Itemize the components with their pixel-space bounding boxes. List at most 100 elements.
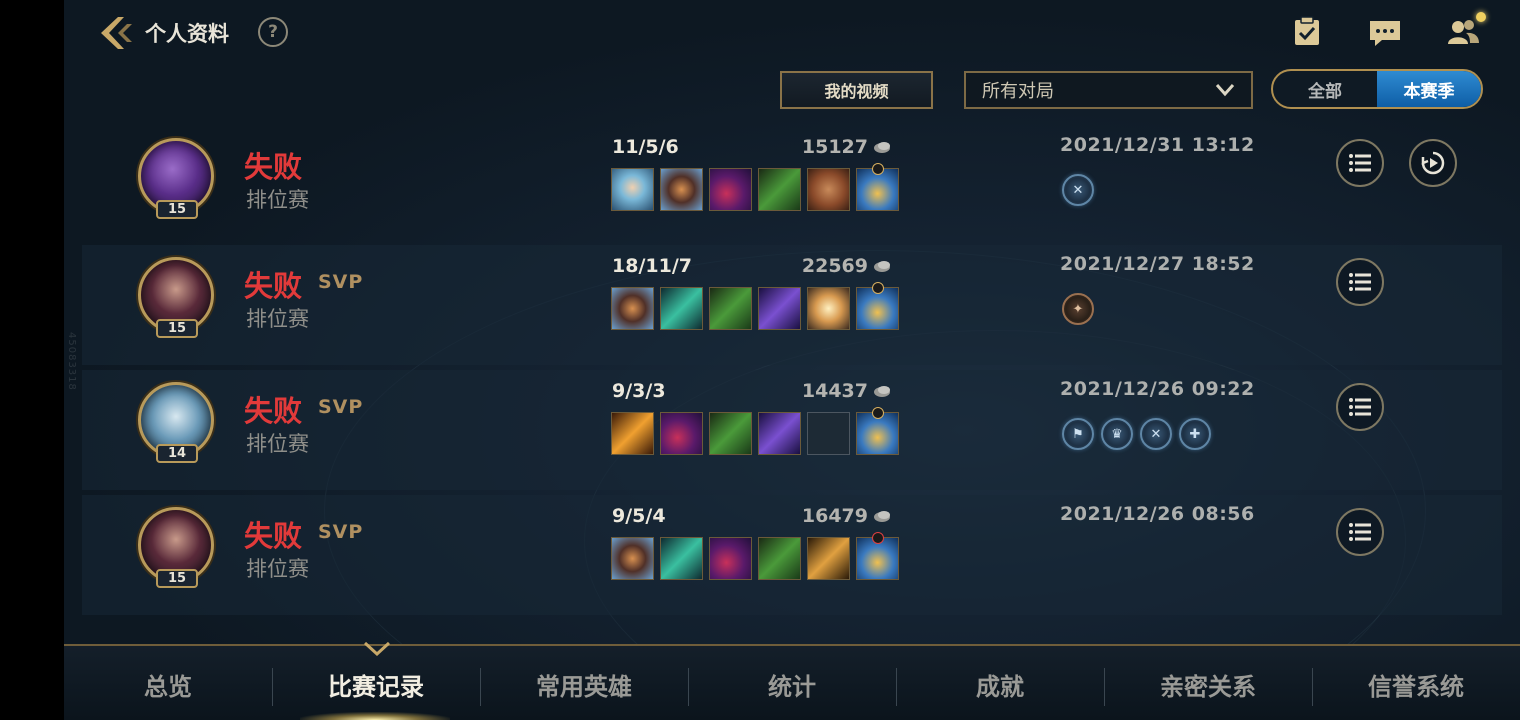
match-kda: 9/5/4 (612, 505, 666, 527)
replay-button[interactable] (1409, 139, 1457, 187)
tab-credit-system[interactable]: 信誉系统 (1312, 646, 1520, 720)
match-result: 失败 (244, 519, 303, 553)
item-icon[interactable] (709, 287, 752, 330)
item-emblem-icon (872, 532, 884, 544)
my-videos-button[interactable]: 我的视频 (780, 71, 933, 109)
item-slots (611, 532, 899, 580)
match-row[interactable]: 15 失败 排位赛 11/5/6 15127 2021/12/31 13:12 … (82, 126, 1502, 246)
medal-list: ⚑ ♛ ✕ ✚ (1062, 418, 1211, 450)
page-title: 个人资料 (145, 22, 229, 46)
toggle-all[interactable]: 全部 (1273, 71, 1377, 107)
champion-avatar: 15 (138, 138, 218, 219)
gold-coin-icon (874, 261, 890, 272)
match-mode: 排位赛 (246, 557, 309, 581)
replay-icon (1421, 151, 1445, 175)
back-button[interactable] (96, 14, 136, 52)
medal-icon: ✕ (1140, 418, 1172, 450)
item-icon[interactable] (709, 537, 752, 580)
match-row[interactable]: 14 失败 SVP 排位赛 9/3/3 14437 2021/12/26 09:… (82, 370, 1502, 490)
match-gold: 16479 (782, 505, 892, 527)
match-filter-select[interactable]: 所有对局 (964, 71, 1253, 109)
item-icon[interactable] (709, 412, 752, 455)
toggle-season[interactable]: 本赛季 (1377, 71, 1481, 107)
match-mode: 排位赛 (246, 188, 309, 212)
champion-level: 15 (156, 569, 198, 588)
champion-avatar: 15 (138, 507, 218, 588)
svp-badge: SVP (318, 521, 364, 543)
match-date: 2021/12/26 08:56 (1060, 503, 1255, 525)
active-tab-glow (300, 712, 450, 720)
list-icon (1349, 154, 1371, 172)
item-icon[interactable] (856, 407, 899, 455)
item-slots (611, 282, 899, 330)
medal-list: ✦ (1062, 293, 1094, 325)
match-details-button[interactable] (1336, 139, 1384, 187)
item-icon[interactable] (807, 168, 850, 211)
match-details-button[interactable] (1336, 383, 1384, 431)
empty-item-slot[interactable] (807, 412, 850, 455)
match-kda: 18/11/7 (612, 255, 692, 277)
season-toggle: 全部 本赛季 (1271, 69, 1483, 109)
item-icon[interactable] (660, 412, 703, 455)
item-icon[interactable] (856, 532, 899, 580)
match-result: 失败 (244, 269, 303, 303)
tab-intimate-relations[interactable]: 亲密关系 (1104, 646, 1312, 720)
tab-overview[interactable]: 总览 (64, 646, 272, 720)
match-filter-value: 所有对局 (982, 81, 1054, 102)
item-slots (611, 163, 899, 211)
match-result: 失败 (244, 394, 303, 428)
item-emblem-icon (872, 282, 884, 294)
match-details-button[interactable] (1336, 508, 1384, 556)
item-icon[interactable] (758, 168, 801, 211)
item-icon[interactable] (856, 163, 899, 211)
item-icon[interactable] (709, 168, 752, 211)
item-icon[interactable] (856, 282, 899, 330)
task-checklist-icon[interactable] (1290, 16, 1324, 48)
champion-avatar: 14 (138, 382, 218, 463)
friends-icon[interactable] (1446, 16, 1480, 48)
match-mode: 排位赛 (246, 432, 309, 456)
item-icon[interactable] (758, 412, 801, 455)
item-icon[interactable] (611, 168, 654, 211)
medal-icon: ✦ (1062, 293, 1094, 325)
gold-value: 15127 (801, 136, 868, 158)
medal-icon: ✚ (1179, 418, 1211, 450)
medal-icon: ✕ (1062, 174, 1094, 206)
match-gold: 15127 (782, 136, 892, 158)
item-emblem-icon (872, 163, 884, 175)
item-icon[interactable] (660, 537, 703, 580)
item-icon[interactable] (807, 537, 850, 580)
notification-dot (1476, 12, 1486, 22)
item-icon[interactable] (758, 537, 801, 580)
chevron-down-icon (1215, 84, 1235, 97)
gold-coin-icon (874, 142, 890, 153)
tab-common-heroes[interactable]: 常用英雄 (480, 646, 688, 720)
item-icon[interactable] (660, 287, 703, 330)
medal-icon: ⚑ (1062, 418, 1094, 450)
bottom-tab-bar: 总览 比赛记录 常用英雄 统计 成就 亲密关系 信誉系统 (64, 644, 1520, 720)
tab-achievements[interactable]: 成就 (896, 646, 1104, 720)
item-icon[interactable] (758, 287, 801, 330)
tab-statistics[interactable]: 统计 (688, 646, 896, 720)
help-icon[interactable]: ? (258, 17, 288, 47)
chat-icon[interactable] (1368, 16, 1402, 48)
item-icon[interactable] (660, 168, 703, 211)
gold-value: 14437 (801, 380, 868, 402)
match-row[interactable]: 15 失败 SVP 排位赛 9/5/4 16479 2021/12/26 08:… (82, 495, 1502, 615)
active-tab-indicator-icon (363, 641, 391, 656)
back-icon (101, 17, 132, 49)
item-icon[interactable] (807, 287, 850, 330)
match-date: 2021/12/31 13:12 (1060, 134, 1255, 156)
item-icon[interactable] (611, 287, 654, 330)
item-icon[interactable] (611, 412, 654, 455)
left-black-bar (0, 0, 64, 720)
match-details-button[interactable] (1336, 258, 1384, 306)
svp-badge: SVP (318, 396, 364, 418)
tab-match-history[interactable]: 比赛记录 (272, 646, 480, 720)
item-icon[interactable] (611, 537, 654, 580)
match-mode: 排位赛 (246, 307, 309, 331)
match-row[interactable]: 15 失败 SVP 排位赛 18/11/7 22569 2021/12/27 1… (82, 245, 1502, 365)
champion-avatar: 15 (138, 257, 218, 338)
medal-list: ✕ (1062, 174, 1094, 206)
item-slots (611, 407, 899, 455)
